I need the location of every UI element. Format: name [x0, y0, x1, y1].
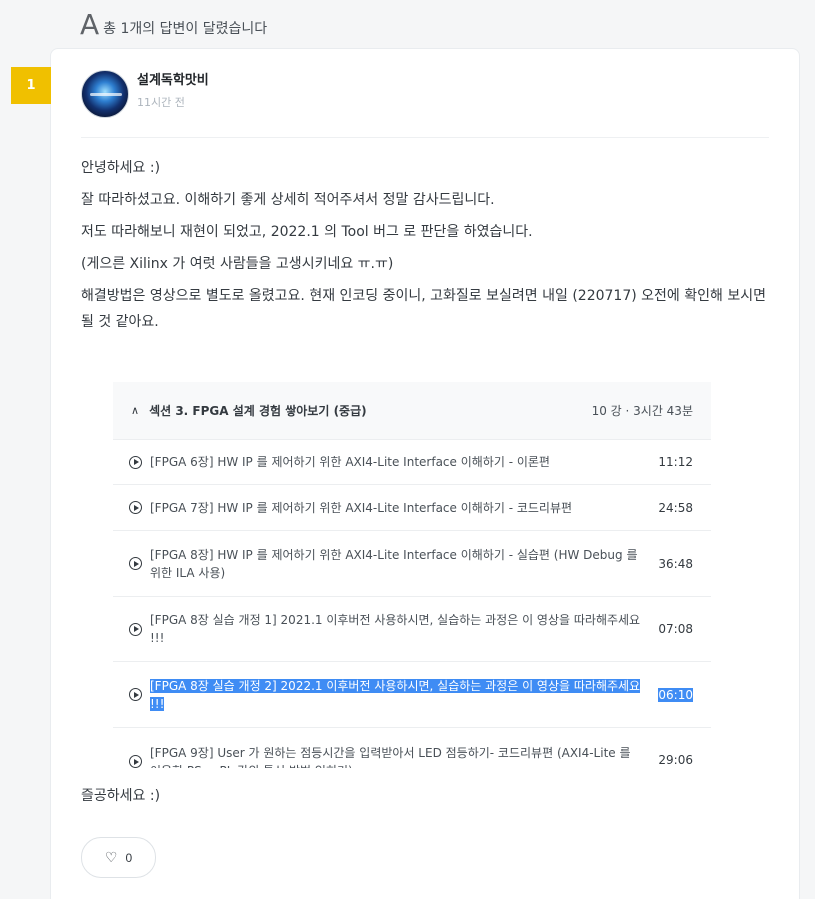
lecture-duration: 29:06 [658, 753, 693, 767]
paragraph: 잘 따라하셨고요. 이해하기 좋게 상세히 적어주셔서 정말 감사드립니다. [81, 192, 495, 208]
play-icon [129, 557, 142, 570]
answer-count-text: 총 1개의 답변이 달렸습니다 [103, 21, 268, 37]
lecture-item[interactable]: [FPGA 9장] User 가 원하는 점등시간을 입력받아서 LED 점등하… [113, 728, 711, 768]
lecture-duration: 11:12 [658, 455, 693, 469]
section-meta: 10 강 · 3시간 43분 [591, 404, 693, 418]
play-icon [129, 622, 142, 636]
divider [81, 137, 769, 138]
paragraph: 안녕하세요 :) [81, 160, 161, 176]
paragraph: 해결방법은 영상으로 별도로 올렸고요. 현재 인코딩 중이니, 고화질로 보실… [81, 288, 766, 330]
lecture-item[interactable]: [FPGA 6장] HW IP 를 제어하기 위한 AXI4-Lite Inte… [113, 440, 711, 485]
post-time: 11시간 전 [137, 96, 185, 109]
paragraph: 저도 따라해보니 재현이 되었고, 2022.1 의 Tool 버그 로 판단을… [81, 224, 533, 240]
play-icon [129, 455, 142, 469]
lecture-item[interactable]: [FPGA 7장] HW IP 를 제어하기 위한 AXI4-Lite Inte… [113, 485, 711, 531]
heart-icon: ♡ [104, 849, 118, 865]
play-icon [129, 688, 142, 701]
play-icon [129, 755, 142, 768]
avatar[interactable] [81, 70, 129, 118]
lecture-duration: 36:48 [658, 556, 693, 571]
like-button[interactable]: ♡ 0 [81, 837, 156, 878]
lecture-item[interactable]: [FPGA 8장 실습 개정 1] 2021.1 이후버전 사용하시면, 실습하… [113, 597, 711, 662]
curriculum-screenshot: ∧ 섹션 3. FPGA 설계 경험 쌓아보기 (중급) 10 강 · 3시간 … [113, 382, 711, 768]
answer-card: 설계독학맛비 11시간 전 안녕하세요 :) 잘 따라하셨고요. 이해하기 좋게… [50, 48, 800, 899]
lecture-title: [FPGA 8장] HW IP 를 제어하기 위한 AXI4-Lite Inte… [150, 547, 638, 580]
author-block: 설계독학맛비 11시간 전 [81, 70, 209, 118]
section-header[interactable]: ∧ 섹션 3. FPGA 설계 경험 쌓아보기 (중급) 10 강 · 3시간 … [113, 382, 711, 440]
rank-badge: 1 [11, 67, 51, 104]
lecture-duration: 24:58 [658, 500, 693, 515]
answers-header: A 총 1개의 답변이 달렸습니다 [80, 6, 267, 40]
lecture-title: [FPGA 7장] HW IP 를 제어하기 위한 AXI4-Lite Inte… [150, 500, 573, 515]
author-name[interactable]: 설계독학맛비 [137, 72, 209, 90]
lecture-title: [FPGA 6장] HW IP 를 제어하기 위한 AXI4-Lite Inte… [150, 455, 550, 469]
section-title: 섹션 3. FPGA 설계 경험 쌓아보기 (중급) [149, 404, 367, 418]
paragraph: (게으른 Xilinx 가 여럿 사람들을 고생시키네요 ㅠ.ㅠ) [81, 256, 394, 272]
lecture-title: [FPGA 8장 실습 개정 1] 2021.1 이후버전 사용하시면, 실습하… [150, 613, 641, 645]
answer-letter: A [80, 8, 100, 41]
chevron-up-icon: ∧ [131, 404, 140, 417]
closing-text: 즐공하세요 :) [81, 788, 161, 804]
lecture-title: [FPGA 9장] User 가 원하는 점등시간을 입력받아서 LED 점등하… [150, 746, 631, 768]
lecture-title: [FPGA 8장 실습 개정 2] 2022.1 이후버전 사용하시면, 실습하… [150, 678, 641, 711]
lecture-item-selected[interactable]: [FPGA 8장 실습 개정 2] 2022.1 이후버전 사용하시면, 실습하… [113, 662, 711, 728]
lecture-duration: 07:08 [658, 622, 693, 636]
like-count: 0 [125, 850, 133, 865]
lecture-item[interactable]: [FPGA 8장] HW IP 를 제어하기 위한 AXI4-Lite Inte… [113, 531, 711, 597]
answer-body: 안녕하세요 :) 잘 따라하셨고요. 이해하기 좋게 상세히 적어주셔서 정말 … [81, 155, 781, 341]
lecture-duration: 06:10 [658, 687, 693, 702]
play-icon [129, 501, 142, 514]
